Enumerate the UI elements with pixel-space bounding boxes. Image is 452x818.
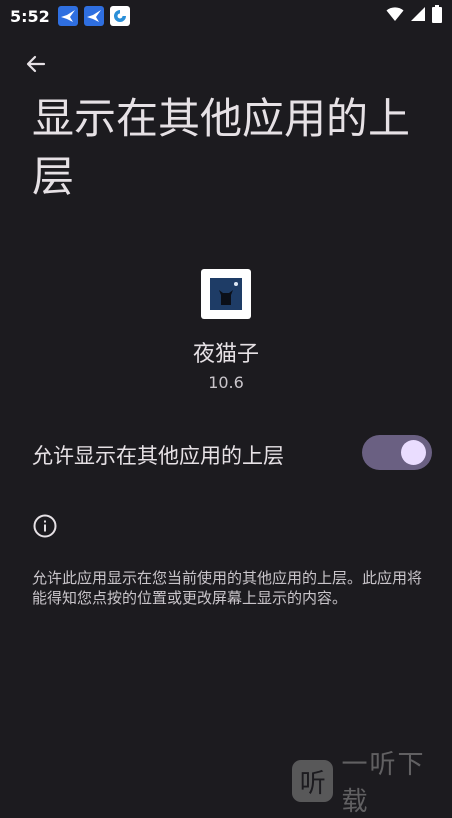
wifi-icon [386,6,404,26]
signal-icon [410,6,426,26]
swift-icon [57,6,78,26]
status-time: 5:52 [10,6,50,26]
overlay-permission-toggle[interactable] [362,435,432,470]
browser-icon [109,6,130,26]
toggle-thumb [401,440,426,465]
app-name: 夜猫子 [192,342,259,367]
info-icon [33,514,57,538]
status-bar: 5:52 [0,0,452,32]
permission-description: 允许此应用显示在您当前使用的其他应用的上层。此应用将能得知您点按的位置或更改屏幕… [32,569,423,607]
page-title: 显示在其他应用的上层 [32,94,411,201]
setting-label: 允许显示在其他应用的上层 [32,444,284,468]
battery-icon [432,5,442,27]
overlay-permission-row[interactable]: 允许显示在其他应用的上层 [0,426,452,482]
watermark-text: 一听下载 [341,750,426,817]
back-button[interactable] [18,50,54,82]
app-icon [201,269,251,319]
swift-icon [83,6,104,26]
cat-icon [210,278,242,310]
watermark: 听 一听下载 [292,750,452,817]
status-icons [386,5,442,27]
arrow-left-icon [24,52,48,80]
app-version: 10.6 [208,373,244,392]
watermark-logo: 听 [292,760,334,802]
